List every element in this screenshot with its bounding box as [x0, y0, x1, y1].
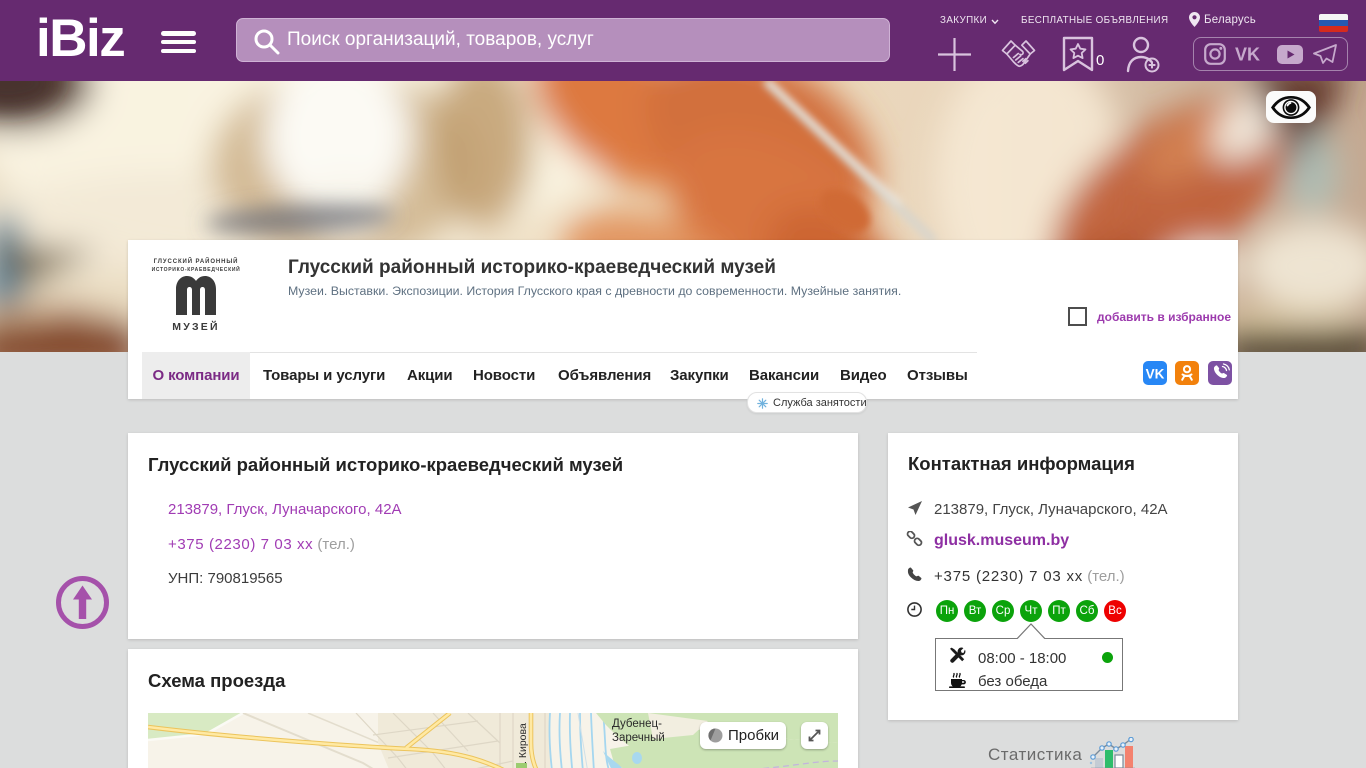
svg-text:VK: VK	[1146, 366, 1165, 381]
svg-text:. Кирова: . Кирова	[517, 723, 529, 764]
svg-text:Заречный: Заречный	[612, 732, 665, 744]
svg-text:Дубенец-: Дубенец-	[612, 718, 662, 730]
svg-text:VK: VK	[1235, 47, 1260, 62]
